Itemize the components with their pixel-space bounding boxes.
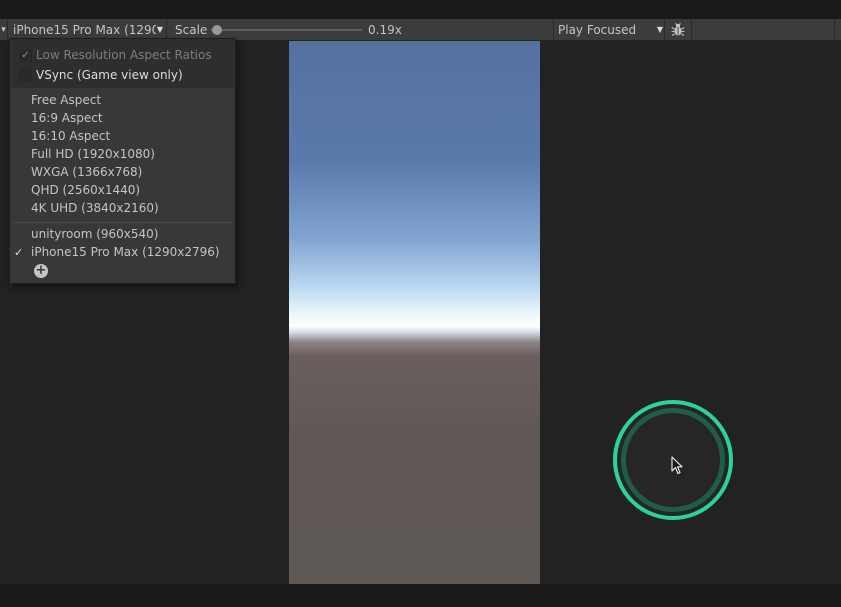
vsync-label: VSync (Game view only): [36, 68, 183, 82]
selected-checkmark-icon: ✓: [14, 245, 24, 259]
scale-label: Scale: [175, 22, 208, 37]
display-dropdown-arrow-icon[interactable]: ▾: [0, 19, 7, 40]
scale-slider-thumb[interactable]: [212, 25, 222, 35]
menu-item-wxga[interactable]: WXGA (1366x768): [31, 163, 142, 181]
bug-icon: [671, 22, 685, 36]
menu-item-free-aspect[interactable]: Free Aspect: [31, 91, 101, 109]
chevron-down-icon: ▼: [156, 25, 163, 34]
menu-item-16-9-aspect[interactable]: 16:9 Aspect: [31, 109, 103, 127]
resolution-dropdown[interactable]: iPhone15 Pro Max (1290x2796) ▼: [7, 19, 167, 40]
play-mode-label: Play Focused: [558, 22, 637, 37]
menu-item-iphone15-pro-max[interactable]: iPhone15 Pro Max (1290x2796): [31, 243, 220, 261]
window-bottom-strip: [0, 584, 841, 607]
low-resolution-option: ✓ Low Resolution Aspect Ratios: [19, 46, 212, 64]
scale-value: 0.19x: [368, 22, 402, 37]
scale-slider[interactable]: [211, 19, 362, 40]
plus-circle-icon[interactable]: +: [34, 264, 48, 278]
menu-item-4k-uhd[interactable]: 4K UHD (3840x2160): [31, 199, 159, 217]
menu-item-unityroom[interactable]: unityroom (960x540): [31, 225, 158, 243]
debug-toggle-button[interactable]: [664, 19, 692, 40]
vsync-option[interactable]: VSync (Game view only): [19, 66, 183, 84]
menu-item-16-10-aspect[interactable]: 16:10 Aspect: [31, 127, 110, 145]
mouse-cursor-icon: [671, 456, 683, 475]
resolution-dropdown-label: iPhone15 Pro Max (1290x2796): [13, 22, 156, 37]
toolbar-separator: [834, 19, 835, 40]
menu-item-qhd[interactable]: QHD (2560x1440): [31, 181, 140, 199]
chevron-down-icon: ▼: [656, 25, 663, 34]
low-resolution-checkbox: ✓: [19, 48, 32, 62]
scale-slider-track[interactable]: [211, 29, 362, 31]
vsync-checkbox[interactable]: [19, 68, 32, 82]
low-resolution-label: Low Resolution Aspect Ratios: [36, 48, 212, 62]
resolution-popup-menu: ✓ Low Resolution Aspect Ratios VSync (Ga…: [9, 38, 236, 284]
play-mode-dropdown[interactable]: Play Focused ▼: [553, 19, 663, 40]
game-render-canvas[interactable]: [289, 41, 540, 584]
window-top-strip: [0, 0, 841, 19]
menu-divider: [13, 222, 232, 223]
menu-item-full-hd[interactable]: Full HD (1920x1080): [31, 145, 155, 163]
